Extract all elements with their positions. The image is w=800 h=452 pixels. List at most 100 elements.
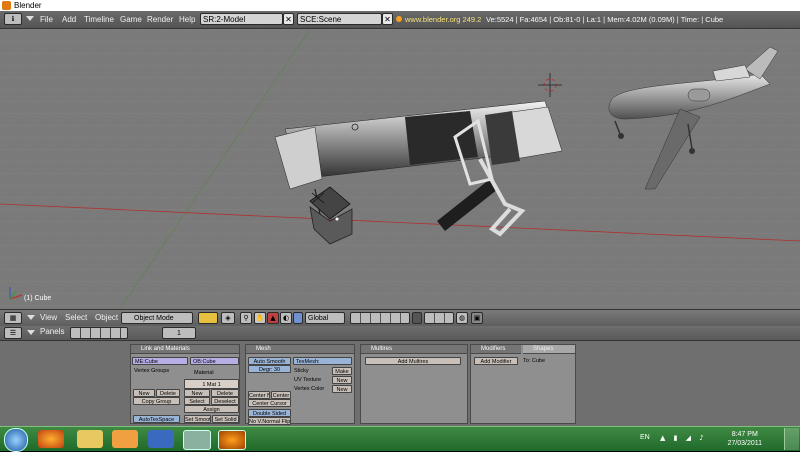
active-object-label: (1) Cube	[24, 295, 52, 302]
material-new-button[interactable]: New	[184, 389, 210, 397]
multires-title[interactable]: Multires	[361, 345, 467, 354]
tray-icons[interactable]: ▲ ▮ ◢ ♪	[660, 434, 720, 444]
panel-page-number[interactable]: 1	[162, 327, 196, 339]
scene-stats: Ve:5524 | Fa:4654 | Ob:81-0 | La:1 | Mem…	[486, 15, 724, 24]
layer-buttons-2[interactable]	[424, 312, 454, 324]
double-sided-toggle[interactable]: Double Sided	[248, 409, 291, 417]
vertex-color-new-button[interactable]: New	[332, 385, 352, 393]
website-link[interactable]: www.blender.org 249.2	[405, 11, 481, 28]
auto-smooth-toggle[interactable]: Auto Smooth	[248, 357, 291, 365]
buttons-header: ☰ Panels 1	[0, 326, 800, 341]
system-clock[interactable]: 8:47 PM 27/03/2011	[727, 430, 762, 448]
show-desktop-button[interactable]	[784, 428, 799, 450]
editor-type-icon[interactable]: ℹ	[4, 13, 22, 25]
vgroup-delete-button[interactable]: Delete	[156, 389, 180, 397]
scale-icon[interactable]	[293, 312, 303, 324]
vertex-color-label: Vertex Color	[294, 386, 325, 392]
word-icon[interactable]	[148, 430, 174, 448]
object-datablock-field[interactable]: OB:Cube	[190, 357, 239, 365]
menu-render[interactable]: Render	[147, 11, 173, 28]
menu-select[interactable]: Select	[65, 310, 87, 326]
start-button-icon[interactable]	[4, 428, 28, 452]
menu-file[interactable]: File	[40, 11, 53, 28]
blender-taskbar-icon[interactable]	[218, 430, 246, 450]
collapse-menu-icon[interactable]	[26, 16, 34, 21]
set-solid-button[interactable]: Set Solid	[212, 415, 239, 423]
shapes-tab[interactable]: Shapes	[523, 345, 575, 354]
material-delete-button[interactable]: Delete	[211, 389, 239, 397]
pivot-icon[interactable]: ◈	[221, 312, 235, 324]
vertex-groups-label: Vertex Groups	[134, 368, 170, 374]
file-explorer-icon[interactable]	[77, 430, 103, 448]
copy-group-button[interactable]: Copy Group	[133, 397, 180, 405]
modifiers-tab[interactable]: Modifiers	[471, 345, 521, 354]
scene-delete-icon[interactable]: ✕	[382, 13, 393, 25]
screen-delete-icon[interactable]: ✕	[283, 13, 294, 25]
mesh-panel: Mesh Auto Smooth Degr: 30 TexMesh: Stick…	[245, 344, 355, 425]
texmesh-field[interactable]: TexMesh:	[293, 357, 352, 365]
media-player-icon[interactable]	[112, 430, 138, 448]
draw-type-icon[interactable]	[198, 312, 218, 324]
buttons-collapse-icon[interactable]	[27, 330, 35, 335]
hand-icon[interactable]: ✋	[254, 312, 266, 324]
material-label: Material	[194, 370, 214, 376]
menu-help[interactable]: Help	[179, 11, 195, 28]
add-multires-button[interactable]: Add Multires	[365, 357, 461, 365]
set-smooth-button[interactable]: Set Smooth	[184, 415, 211, 423]
center-new-button[interactable]: Center New	[248, 391, 270, 399]
buttons-window: Link and Materials ME:Cube OB:Cube Verte…	[0, 341, 800, 426]
menu-view[interactable]: View	[40, 310, 57, 326]
material-assign-button[interactable]: Assign	[184, 405, 239, 413]
render-icon[interactable]: ◍	[456, 312, 468, 324]
sticky-label: Sticky	[294, 368, 309, 374]
link-materials-title[interactable]: Link and Materials	[131, 345, 239, 354]
blender-small-icon	[396, 16, 402, 22]
firefox-icon[interactable]	[38, 430, 64, 448]
buttons-editor-type-icon[interactable]: ☰	[4, 327, 22, 339]
layer-buttons[interactable]	[350, 312, 410, 324]
lock-layer-icon[interactable]	[412, 312, 422, 324]
autotexspace-toggle[interactable]: AutoTexSpace	[133, 415, 180, 423]
modifiers-panel: Modifiers Shapes Add Modifier To: Cube	[470, 344, 576, 424]
center-cursor-button[interactable]: Center Cursor	[248, 399, 291, 407]
add-modifier-button[interactable]: Add Modifier	[474, 357, 518, 365]
preview-render-icon[interactable]: ▣	[471, 312, 483, 324]
scene-selector[interactable]: SCE:Scene	[297, 13, 382, 25]
vgroup-new-button[interactable]: New	[133, 389, 155, 397]
info-header: ℹ File Add Timeline Game Render Help SR:…	[0, 11, 800, 29]
3d-view-header: ▦ View Select Object Object Mode ◈ ⚲ ✋ ▲…	[0, 309, 800, 327]
degr-field[interactable]: Degr: 30	[248, 365, 291, 373]
menu-game[interactable]: Game	[120, 11, 142, 28]
menu-object[interactable]: Object	[95, 310, 118, 326]
menu-add[interactable]: Add	[62, 11, 76, 28]
blender-logo-icon	[2, 1, 11, 10]
view-collapse-icon[interactable]	[27, 315, 35, 320]
context-tabs[interactable]	[70, 327, 128, 339]
no-v-normal-flip-toggle[interactable]: No V.Normal Flip	[248, 417, 291, 425]
menu-timeline[interactable]: Timeline	[84, 11, 114, 28]
view-editor-type-icon[interactable]: ▦	[4, 312, 22, 324]
grid-floor	[0, 29, 800, 309]
orientation-selector[interactable]: Global	[305, 312, 345, 324]
screen-selector[interactable]: SR:2-Model	[200, 13, 283, 25]
language-indicator[interactable]: EN	[640, 434, 650, 441]
link-materials-panel: Link and Materials ME:Cube OB:Cube Verte…	[130, 344, 240, 424]
translate-icon[interactable]: ▲	[267, 312, 279, 324]
multires-panel: Multires Add Multires	[360, 344, 468, 424]
mode-selector[interactable]: Object Mode	[121, 312, 193, 324]
mesh-datablock-field[interactable]: ME:Cube	[132, 357, 188, 365]
material-index-field[interactable]: 1 Mat 1	[184, 379, 239, 389]
mesh-title[interactable]: Mesh	[246, 345, 354, 354]
3d-viewport[interactable]: (1) Cube	[0, 29, 800, 309]
rotate-icon[interactable]: ◐	[280, 312, 292, 324]
sticky-make-button[interactable]: Make	[332, 367, 352, 375]
window-title: Blender	[14, 1, 42, 10]
uv-texture-new-button[interactable]: New	[332, 376, 352, 384]
material-deselect-button[interactable]: Deselect	[211, 397, 239, 405]
uv-texture-label: UV Texture	[294, 377, 322, 383]
taskbar-window-icon[interactable]	[183, 430, 211, 450]
widget-toggle-icon[interactable]: ⚲	[240, 312, 252, 324]
clock-date: 27/03/2011	[727, 440, 762, 447]
center-button[interactable]: Center	[271, 391, 291, 399]
material-select-button[interactable]: Select	[184, 397, 210, 405]
